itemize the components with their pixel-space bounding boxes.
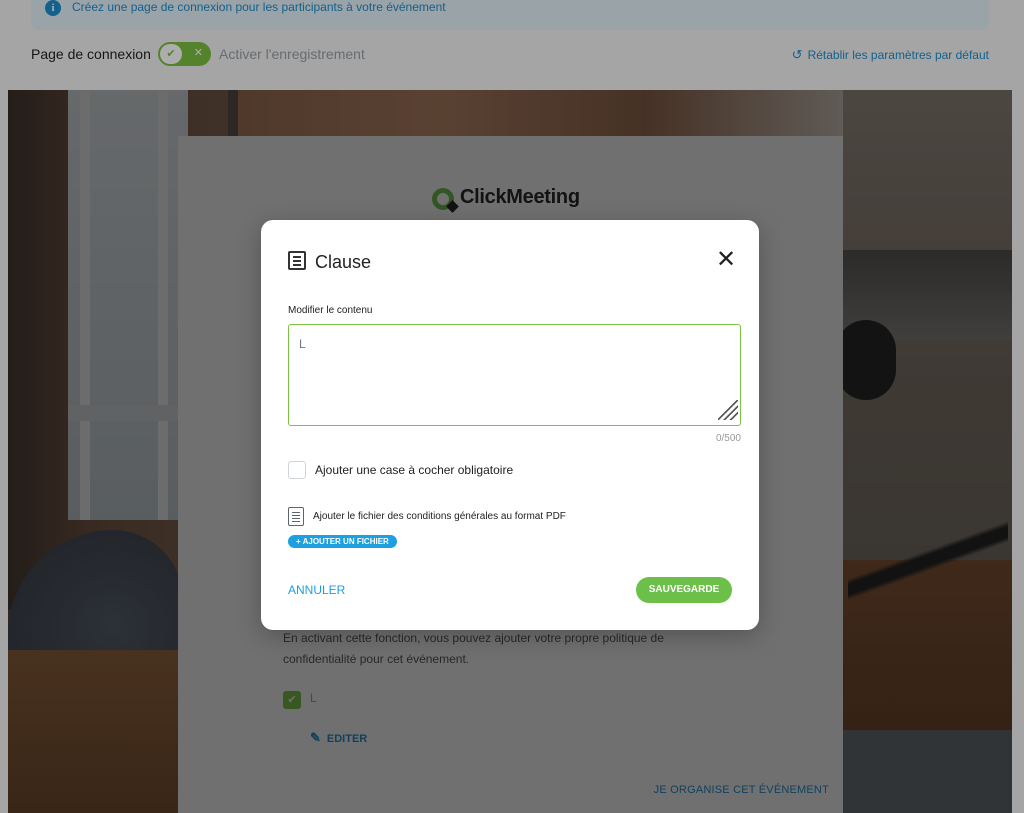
cancel-button[interactable]: ANNULER xyxy=(288,583,345,597)
add-file-button[interactable]: + AJOUTER UN FICHIER xyxy=(288,535,397,548)
pdf-document-icon xyxy=(288,507,304,526)
mandatory-checkbox-label[interactable]: Ajouter une case à cocher obligatoire xyxy=(315,463,513,477)
content-label: Modifier le contenu xyxy=(288,305,373,316)
close-icon[interactable]: ✕ xyxy=(715,248,737,272)
mandatory-checkbox[interactable] xyxy=(288,461,306,479)
clause-modal: Clause ✕ Modifier le contenu 0/500 Ajout… xyxy=(261,220,759,630)
char-counter: 0/500 xyxy=(715,433,741,444)
resize-handle-icon[interactable] xyxy=(718,400,738,420)
modal-title: Clause xyxy=(315,252,372,272)
clause-content-textarea[interactable] xyxy=(288,324,741,426)
document-icon xyxy=(288,251,306,270)
pdf-terms-label: Ajouter le fichier des conditions généra… xyxy=(313,511,566,522)
save-button[interactable]: SAUVEGARDE xyxy=(636,577,732,603)
